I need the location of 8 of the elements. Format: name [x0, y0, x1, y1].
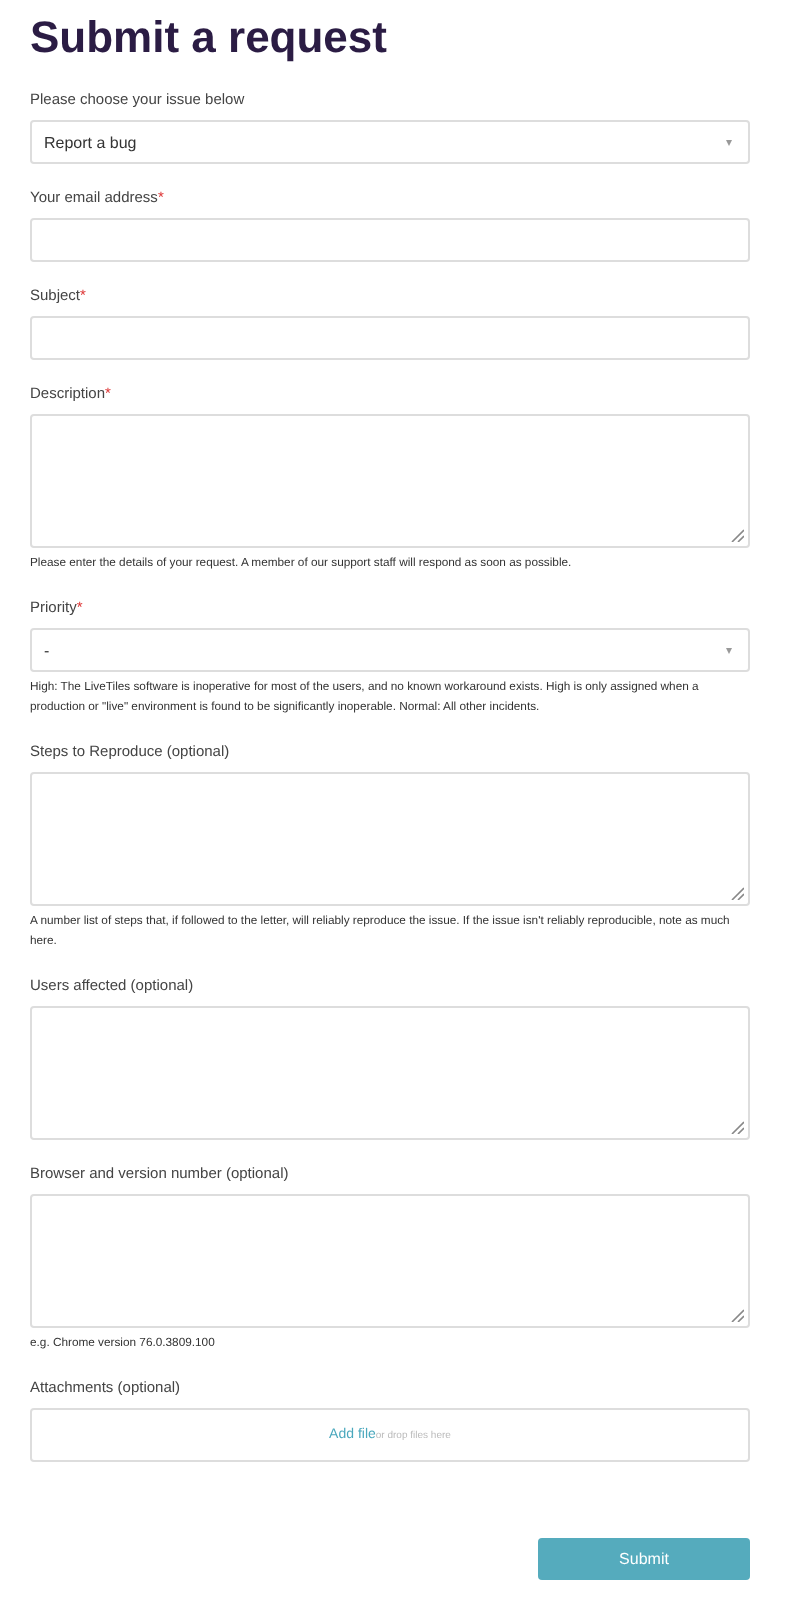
submit-button[interactable]: Submit: [538, 1538, 750, 1580]
resize-handle-icon[interactable]: [730, 528, 744, 542]
resize-handle-icon[interactable]: [730, 1308, 744, 1322]
input-field[interactable]: [30, 218, 750, 262]
page-title: Submit a request: [30, 10, 389, 66]
input-field[interactable]: [30, 316, 750, 360]
resize-handle-icon[interactable]: [730, 1120, 744, 1134]
resize-handle-icon[interactable]: [730, 886, 744, 900]
